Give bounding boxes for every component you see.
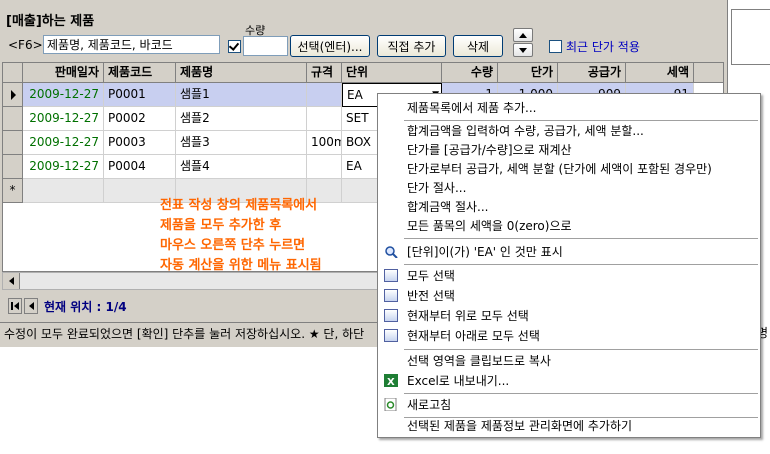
- page-title: [매출]하는 제품: [6, 14, 95, 29]
- menu-item-select-down[interactable]: 현재부터 아래로 모두 선택: [378, 326, 760, 346]
- current-row-icon: [11, 90, 16, 100]
- menu-item-copy-clipboard[interactable]: 선택 영역을 클립보드로 복사: [378, 351, 760, 371]
- prev-icon: [29, 302, 34, 310]
- move-up-button[interactable]: [513, 28, 533, 42]
- left-arrow-icon: [8, 277, 14, 285]
- invert-selection-icon: [384, 289, 398, 302]
- row-selector[interactable]: [3, 155, 23, 179]
- menu-item-add-products[interactable]: 제품목록에서 제품 추가...: [378, 98, 760, 118]
- row-selector[interactable]: [3, 131, 23, 155]
- cell-spec[interactable]: [307, 83, 342, 107]
- select-all-icon: [384, 269, 398, 282]
- new-row-cell[interactable]: [23, 179, 104, 203]
- col-header-supply[interactable]: 공급가: [558, 63, 626, 83]
- menu-item-split-from-price[interactable]: 단가로부터 공급가, 세액 분할 (단가에 세액이 포함된 경우만): [378, 159, 760, 179]
- menu-item-zero-tax[interactable]: 모든 품목의 세액을 0(zero)으로: [378, 216, 760, 236]
- svg-text:X: X: [387, 377, 395, 387]
- down-arrow-icon: [519, 47, 527, 53]
- menu-separator: [404, 264, 758, 265]
- col-header-name[interactable]: 제품명: [176, 63, 307, 83]
- col-header-tax[interactable]: 세액: [626, 63, 694, 83]
- cell-date[interactable]: 2009-12-27: [23, 131, 104, 155]
- menu-item-recalc-price[interactable]: 단가를 [공급가/수량]으로 재계산: [378, 140, 760, 160]
- scroll-left-button[interactable]: [3, 273, 20, 289]
- col-header-filler: [694, 63, 723, 83]
- col-header-price[interactable]: 단가: [498, 63, 558, 83]
- cell-date[interactable]: 2009-12-27: [23, 83, 104, 107]
- menu-item-round-price[interactable]: 단가 절사...: [378, 178, 760, 198]
- select-enter-button[interactable]: 선택(엔터)...: [290, 35, 370, 57]
- first-record-button[interactable]: [8, 298, 22, 314]
- menu-item-round-total[interactable]: 합계금액 절사...: [378, 197, 760, 217]
- cell-name[interactable]: 샘플3: [176, 131, 307, 155]
- recent-price-label: 최근 단가 적용: [566, 40, 640, 54]
- menu-item-select-up[interactable]: 현재부터 위로 모두 선택: [378, 306, 760, 326]
- cell-name[interactable]: 샘플1: [176, 83, 307, 107]
- select-up-icon: [384, 309, 398, 322]
- col-header-date[interactable]: 판매일자: [23, 63, 104, 83]
- cell-name[interactable]: 샘플2: [176, 107, 307, 131]
- menu-item-export-excel[interactable]: X Excel로 내보내기...: [378, 371, 760, 391]
- select-down-icon: [384, 329, 398, 342]
- right-memo-box[interactable]: [731, 9, 770, 65]
- current-position-label: 현재 위치 : 1/4: [44, 300, 127, 314]
- excel-icon: X: [384, 374, 398, 387]
- refresh-icon: [384, 398, 397, 411]
- qty-checkbox[interactable]: [228, 40, 241, 53]
- menu-separator: [404, 393, 758, 394]
- col-header-qty[interactable]: 수량: [442, 63, 498, 83]
- cell-unit: EA: [347, 88, 363, 102]
- annotation-line: 전표 작성 창의 제품목록에서: [160, 198, 318, 213]
- menu-item-invert-selection[interactable]: 반전 선택: [378, 286, 760, 306]
- cell-spec[interactable]: [307, 155, 342, 179]
- up-arrow-icon: [519, 32, 527, 38]
- prev-record-button[interactable]: [24, 298, 38, 314]
- search-input[interactable]: 제품명, 제품코드, 바코드: [43, 35, 220, 54]
- cell-date[interactable]: 2009-12-27: [23, 155, 104, 179]
- f6-shortcut-label: <F6>: [8, 38, 43, 52]
- cell-name[interactable]: 샘플4: [176, 155, 307, 179]
- cell-code[interactable]: P0003: [104, 131, 176, 155]
- menu-item-refresh[interactable]: 새로고침: [378, 395, 760, 415]
- col-header-unit[interactable]: 단위: [342, 63, 442, 83]
- menu-item-add-to-product-manager[interactable]: 선택된 제품을 제품정보 관리화면에 추가하기: [378, 416, 760, 436]
- move-down-button[interactable]: [513, 43, 533, 57]
- new-row-marker[interactable]: *: [3, 179, 23, 203]
- annotation-line: 마우스 오른쪽 단추 누르면: [160, 238, 306, 253]
- col-header-spec[interactable]: 규격: [307, 63, 342, 83]
- col-header-code[interactable]: 제품코드: [104, 63, 176, 83]
- recent-price-checkbox[interactable]: [549, 40, 562, 53]
- row-selector[interactable]: [3, 83, 23, 107]
- first-icon: [11, 302, 19, 310]
- qty-input[interactable]: [243, 36, 288, 56]
- delete-button[interactable]: 삭제: [453, 35, 503, 57]
- annotation-line: 제품을 모두 추가한 후: [160, 218, 282, 233]
- menu-item-split-total[interactable]: 합계금액을 입력하여 수량, 공급가, 세액 분할...: [378, 121, 760, 141]
- cell-code[interactable]: P0001: [104, 83, 176, 107]
- annotation-text: 전표 작성 창의 제품목록에서 제품을 모두 추가한 후 마우스 오른쪽 단추 …: [160, 196, 322, 276]
- cell-spec[interactable]: 100m: [307, 131, 342, 155]
- menu-separator: [404, 349, 758, 350]
- context-menu: 제품목록에서 제품 추가... 합계금액을 입력하여 수량, 공급가, 세액 분…: [377, 93, 761, 438]
- grid-corner: [3, 63, 23, 83]
- direct-add-button[interactable]: 직접 추가: [377, 35, 446, 57]
- cell-date[interactable]: 2009-12-27: [23, 107, 104, 131]
- menu-item-filter-unit[interactable]: [단위]이(가) 'EA' 인 것만 표시: [378, 242, 760, 262]
- row-selector[interactable]: [3, 107, 23, 131]
- menu-item-select-all[interactable]: 모두 선택: [378, 266, 760, 286]
- cell-code[interactable]: P0002: [104, 107, 176, 131]
- cell-code[interactable]: P0004: [104, 155, 176, 179]
- magnifier-icon: [385, 246, 398, 258]
- menu-separator: [404, 238, 758, 239]
- cell-spec[interactable]: [307, 107, 342, 131]
